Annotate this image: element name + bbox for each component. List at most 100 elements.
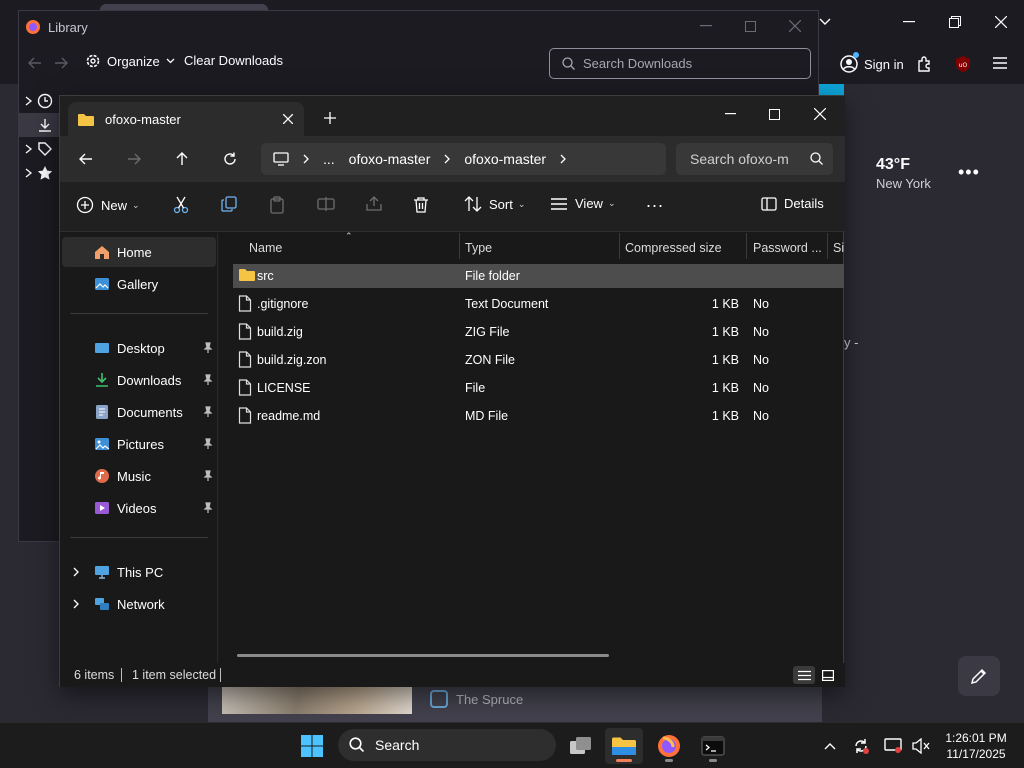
copy-button[interactable] xyxy=(221,196,237,212)
forward-button[interactable] xyxy=(120,147,148,171)
file-password-protected: No xyxy=(753,409,769,423)
view-button[interactable]: View ⌄ xyxy=(550,196,616,211)
firefox-minimize-button[interactable] xyxy=(886,8,932,36)
library-tree-history[interactable] xyxy=(19,89,61,113)
up-button[interactable] xyxy=(168,147,196,171)
sort-ascending-icon: ⌃ xyxy=(345,231,353,241)
taskbar-search[interactable]: Search xyxy=(338,729,556,761)
library-tree-tags[interactable] xyxy=(19,137,61,161)
nav-label: Network xyxy=(117,596,165,612)
explorer-close-button[interactable] xyxy=(798,100,842,128)
file-explorer-icon xyxy=(612,737,636,755)
extensions-button[interactable] xyxy=(916,55,934,73)
nav-item-pictures[interactable]: Pictures xyxy=(62,429,216,459)
firefox-menu-button[interactable] xyxy=(992,56,1008,70)
paste-button[interactable] xyxy=(269,196,285,214)
file-icon xyxy=(238,407,252,424)
firefox-close-button[interactable] xyxy=(978,8,1024,36)
address-bar[interactable]: ... ofoxo-master ofoxo-master xyxy=(261,143,666,175)
breadcrumb-item[interactable]: ofoxo-master xyxy=(464,151,546,167)
new-label: New xyxy=(101,197,128,213)
display-tray-icon[interactable] xyxy=(883,736,903,756)
more-options-button[interactable]: ... xyxy=(646,191,664,212)
taskbar-firefox[interactable] xyxy=(650,728,688,764)
column-header-password[interactable]: Password ... xyxy=(745,237,822,259)
library-tree-downloads[interactable] xyxy=(19,113,61,137)
file-row[interactable]: build.zig.zon ZON File 1 KB No xyxy=(233,348,844,372)
tab-close-button[interactable] xyxy=(280,111,296,127)
explorer-minimize-button[interactable] xyxy=(708,100,752,128)
file-icon xyxy=(238,351,252,368)
chevron-right-icon[interactable] xyxy=(73,599,79,609)
firefox-restore-button[interactable] xyxy=(932,8,978,36)
cut-button[interactable] xyxy=(173,196,189,214)
library-close-button[interactable] xyxy=(772,12,818,40)
nav-item-gallery[interactable]: Gallery xyxy=(62,269,216,299)
delete-button[interactable] xyxy=(413,196,429,214)
file-row[interactable]: LICENSE File 1 KB No xyxy=(233,376,844,400)
volume-tray-icon[interactable] xyxy=(911,736,931,756)
ublock-icon: uO xyxy=(956,56,970,72)
library-tree-bookmarks[interactable] xyxy=(19,161,61,185)
chevron-right-icon xyxy=(303,154,309,164)
sync-tray-icon[interactable] xyxy=(851,736,871,756)
details-pane-button[interactable]: Details xyxy=(761,196,824,211)
nav-item-downloads[interactable]: Downloads xyxy=(62,365,216,395)
details-view-button[interactable] xyxy=(793,666,815,684)
tiles-view-button[interactable] xyxy=(817,666,839,684)
new-tab-button[interactable] xyxy=(320,108,340,128)
customize-button[interactable] xyxy=(958,656,1000,696)
downloads-icon xyxy=(94,372,110,388)
library-back-button[interactable] xyxy=(28,57,42,69)
file-row[interactable]: build.zig ZIG File 1 KB No xyxy=(233,320,844,344)
column-header-name[interactable]: Name xyxy=(241,237,282,259)
back-button[interactable] xyxy=(72,147,100,171)
breadcrumb-item[interactable]: ofoxo-master xyxy=(349,151,431,167)
task-view-button[interactable] xyxy=(562,728,600,764)
explorer-maximize-button[interactable] xyxy=(752,100,796,128)
nav-item-documents[interactable]: Documents xyxy=(62,397,216,427)
chevron-right-icon[interactable] xyxy=(73,567,79,577)
nav-item-desktop[interactable]: Desktop xyxy=(62,333,216,363)
clock[interactable]: 1:26:01 PM 11/17/2025 xyxy=(940,730,1012,762)
show-hidden-icons-button[interactable] xyxy=(820,736,840,756)
column-header-size[interactable]: Si xyxy=(825,237,844,259)
file-row[interactable]: readme.md MD File 1 KB No xyxy=(233,404,844,428)
file-list-header: ⌃ Name Type Compressed size Password ...… xyxy=(219,231,844,260)
library-search-placeholder: Search Downloads xyxy=(583,56,693,71)
firefox-signin-button[interactable]: Sign in xyxy=(834,49,904,79)
nav-item-this-pc[interactable]: This PC xyxy=(62,557,216,587)
taskbar-terminal[interactable] xyxy=(694,728,732,764)
library-minimize-button[interactable] xyxy=(683,12,729,40)
column-header-compressed-size[interactable]: Compressed size xyxy=(617,237,722,259)
refresh-button[interactable] xyxy=(216,147,244,171)
library-maximize-button[interactable] xyxy=(727,12,773,40)
taskbar-file-explorer[interactable] xyxy=(605,728,643,764)
organize-label: Organize xyxy=(107,53,160,69)
weather-widget[interactable]: 43°F New York xyxy=(876,156,931,191)
breadcrumb-overflow[interactable]: ... xyxy=(323,151,335,167)
share-button[interactable] xyxy=(365,196,383,212)
clear-downloads-button[interactable]: Clear Downloads xyxy=(184,53,283,68)
column-header-type[interactable]: Type xyxy=(457,237,492,259)
library-forward-button[interactable] xyxy=(54,57,68,69)
nav-item-network[interactable]: Network xyxy=(62,589,216,619)
nav-item-music[interactable]: Music xyxy=(62,461,216,491)
weather-more-button[interactable]: ••• xyxy=(958,162,980,183)
explorer-tab[interactable]: ofoxo-master xyxy=(68,102,304,136)
rename-button[interactable] xyxy=(317,196,335,212)
file-row[interactable]: .gitignore Text Document 1 KB No xyxy=(233,292,844,316)
library-title: Library xyxy=(48,19,88,35)
file-row[interactable]: src File folder xyxy=(233,264,844,288)
sort-button[interactable]: Sort ⌄ xyxy=(464,196,525,212)
start-button[interactable] xyxy=(293,728,331,764)
new-button[interactable]: New ⌄ xyxy=(76,196,140,214)
nav-item-home[interactable]: Home xyxy=(62,237,216,267)
explorer-search-input[interactable]: Search ofoxo-m xyxy=(676,143,833,175)
horizontal-scrollbar[interactable] xyxy=(237,654,609,657)
ublock-button[interactable]: uO xyxy=(954,55,972,73)
nav-item-videos[interactable]: Videos xyxy=(62,493,216,523)
nav-label: Videos xyxy=(117,500,157,516)
organize-button[interactable]: Organize xyxy=(85,53,175,69)
library-search-input[interactable]: Search Downloads xyxy=(549,48,811,79)
